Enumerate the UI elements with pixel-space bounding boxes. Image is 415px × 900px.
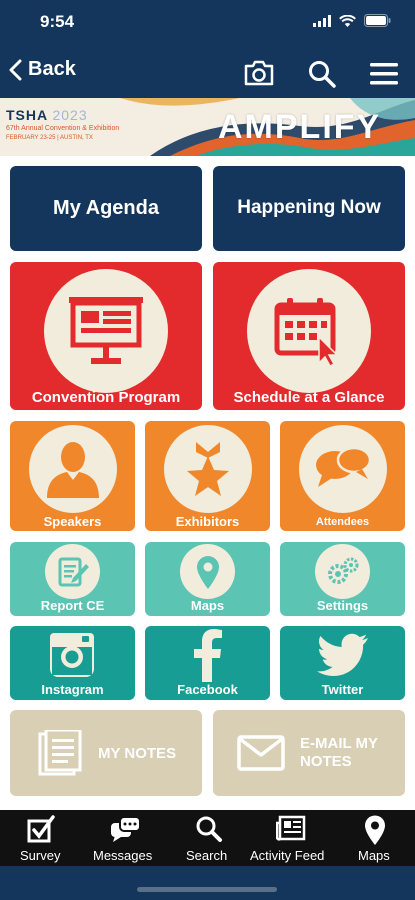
instagram-label: Instagram [41,682,104,697]
twitter-label: Twitter [321,682,364,697]
email-notes-tile[interactable]: E-MAIL MY NOTES [213,710,405,796]
report-edit-icon [58,557,89,586]
convention-program-icon-circle [44,269,168,393]
report-ce-label: Report CE [40,598,105,613]
report-ce-tile[interactable]: Report CE [10,542,135,616]
speakers-tile[interactable]: Speakers [10,421,135,531]
settings-icon-circle [315,544,370,599]
convention-program-label: Convention Program [31,389,181,406]
presentation-board-icon [69,297,143,364]
maps-icon-circle [180,544,235,599]
home-indicator[interactable] [137,887,277,892]
exhibitors-label: Exhibitors [175,514,240,529]
chevron-left-icon [9,59,22,80]
schedule-tile[interactable]: Schedule at a Glance [213,262,405,410]
bottom-tab-bar: Survey Messages Search Activity Feed Map… [0,810,415,866]
attendees-tile[interactable]: Attendees [280,421,405,531]
signal-icon [313,14,331,27]
tab-messages[interactable]: Messages [88,810,164,866]
happening-now-label: Happening Now [237,197,381,218]
my-notes-tile[interactable]: MY NOTES [10,710,202,796]
camera-icon[interactable] [243,60,275,86]
schedule-label: Schedule at a Glance [233,389,385,406]
back-button[interactable]: Back [8,58,76,81]
newspaper-icon [276,815,306,841]
attendees-icon-circle [299,425,387,513]
checkbox-icon [27,815,55,843]
facebook-tile[interactable]: Facebook [145,626,270,700]
my-agenda-label: My Agenda [53,197,159,219]
search-icon[interactable] [308,60,336,88]
chat-bubbles-icon [316,446,372,487]
happening-now-tile[interactable]: Happening Now [213,166,405,251]
speakers-icon-circle [29,425,117,513]
banner-org: TSHA [6,107,48,123]
menu-icon[interactable] [370,62,398,86]
tab-maps[interactable]: Maps [350,810,400,866]
map-pin-icon [196,555,219,589]
person-icon [47,442,99,498]
settings-tile[interactable]: Settings [280,542,405,616]
tab-search-label: Search [186,848,228,863]
report-ce-icon-circle [45,544,100,599]
facebook-label: Facebook [177,682,238,697]
home-grid: My Agenda Happening Now Convention Progr… [0,156,415,810]
twitter-tile[interactable]: Twitter [280,626,405,700]
battery-icon [364,14,391,27]
facebook-icon [194,629,222,682]
back-label: Back [28,58,76,80]
notes-icon [38,730,82,776]
instagram-tile[interactable]: Instagram [10,626,135,700]
star-badge-icon [187,442,229,496]
tab-survey[interactable]: Survey [0,810,82,866]
email-notes-label-line1: E-MAIL MY [300,735,379,752]
my-notes-label: MY NOTES [98,745,177,762]
schedule-icon-circle [247,269,371,393]
status-time: 9:54 [40,12,75,31]
calendar-click-icon [274,298,339,367]
tab-activity-feed[interactable]: Activity Feed [248,810,334,866]
convention-program-tile[interactable]: Convention Program [10,262,202,410]
gears-icon [327,557,358,584]
tab-search[interactable]: Search [180,810,238,866]
tab-maps-label: Maps [358,848,390,863]
settings-label: Settings [316,598,369,613]
instagram-icon [50,633,94,677]
nav-bar: Back [0,48,415,98]
banner-dates: FEBRUARY 23-25 | AUSTIN, TX [6,135,93,141]
envelope-icon [237,735,285,771]
map-pin-icon [365,815,385,845]
wifi-icon [339,14,356,27]
event-banner: TSHA 2023 67th Annual Convention & Exhib… [0,98,415,156]
message-bubbles-icon [111,816,141,842]
banner-year: 2023 [52,107,88,123]
tab-messages-label: Messages [93,848,153,863]
email-notes-label-line2: NOTES [300,753,352,770]
attendees-label: Attendees [315,516,370,528]
search-icon [196,816,222,842]
maps-label: Maps [190,598,225,613]
banner-logo-text: AMPLIFY [218,108,382,146]
tab-survey-label: Survey [20,848,61,863]
exhibitors-icon-circle [164,425,252,513]
twitter-bird-icon [317,633,368,676]
status-icons [313,14,391,27]
tab-activity-feed-label: Activity Feed [250,848,325,863]
email-notes-label: E-MAIL MY NOTES [300,735,378,771]
speakers-label: Speakers [43,514,102,529]
maps-tile[interactable]: Maps [145,542,270,616]
banner-title: TSHA 2023 [6,107,88,123]
home-indicator-area [0,866,415,900]
exhibitors-tile[interactable]: Exhibitors [145,421,270,531]
my-agenda-tile[interactable]: My Agenda [10,166,202,251]
banner-subtitle: 67th Annual Convention & Exhibition [6,125,120,132]
status-bar: 9:54 [0,0,415,48]
